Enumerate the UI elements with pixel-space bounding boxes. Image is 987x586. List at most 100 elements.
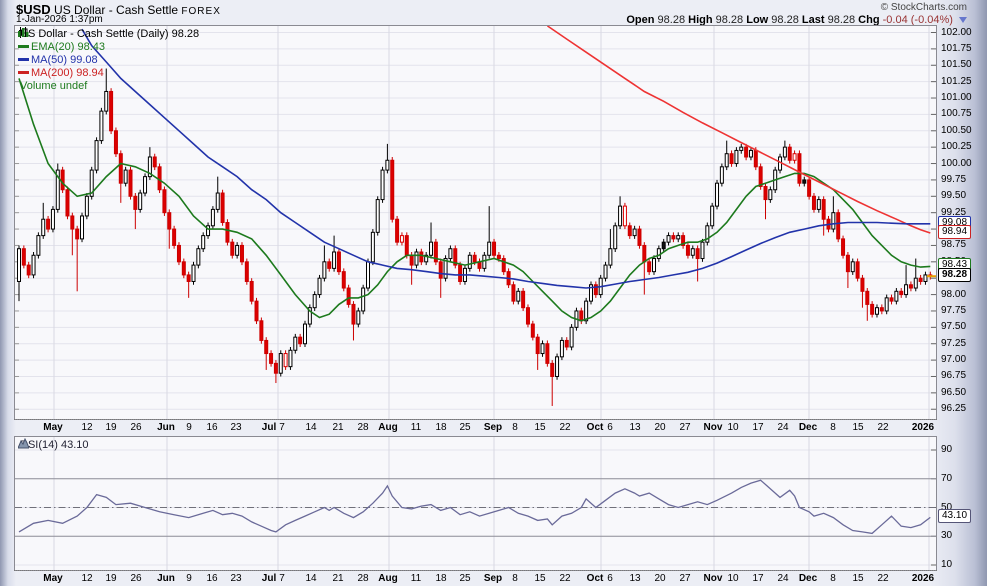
date-label-15: 15 (852, 573, 864, 584)
ema20-line-icon (18, 45, 29, 48)
ma50-line (81, 28, 931, 289)
ma200-line (546, 26, 931, 234)
date-label-7: 7 (279, 422, 285, 433)
price-chart-panel: US Dollar - Cash Settle (Daily) 98.28 EM… (14, 25, 937, 420)
date-label-25: 25 (459, 573, 471, 584)
date-label-6: 6 (607, 422, 613, 433)
legend-ma200-row: MA(200) 98.94 (18, 66, 199, 79)
date-label-2026: 2026 (911, 573, 935, 584)
legend-volume: Volume undef (20, 79, 88, 92)
date-label-8: 8 (512, 422, 518, 433)
rsi-y-axis: 90 70 50 30 10 43.10 (938, 436, 987, 570)
date-label-21: 21 (332, 573, 344, 584)
date-label-11: 11 (410, 573, 422, 584)
rsi-tick-label: 10 (941, 559, 953, 570)
rsi-chart-canvas (15, 437, 936, 570)
date-label-Aug: Aug (378, 573, 398, 584)
rsi-x-axis: May 12 19 26 Jun 9 16 23 Jul 7 14 21 28 Aug 11 18 25 Sep 8… (14, 570, 937, 585)
price-tick-label: 96.75 (941, 370, 967, 382)
date-label-26: 26 (130, 573, 142, 584)
price-tick-label: 99.50 (941, 190, 967, 202)
date-label-Dec: Dec (798, 422, 818, 433)
price-callout-98.28: 98.28 (938, 268, 972, 283)
price-tick-label: 97.50 (941, 321, 967, 333)
price-tick-label: 100.50 (941, 124, 972, 136)
stockcharts-copyright-link[interactable]: © StockCharts.com (881, 2, 967, 13)
date-label-27: 27 (679, 422, 691, 433)
date-label-7: 7 (279, 573, 285, 584)
date-label-22: 22 (559, 573, 571, 584)
price-tick-label: 101.75 (941, 42, 972, 54)
rsi-line (18, 479, 931, 535)
price-tick-label: 97.25 (941, 337, 967, 349)
rsi-tick-label: 30 (941, 530, 953, 542)
legend-ma50-row: MA(50) 99.08 (18, 53, 199, 66)
price-legend: US Dollar - Cash Settle (Daily) 98.28 EM… (18, 27, 199, 92)
date-label-Sep: Sep (483, 573, 503, 584)
date-label-Oct: Oct (586, 422, 604, 433)
price-y-axis: 102.00 101.75 101.50 101.25 101.00 100.75 100.… (938, 25, 987, 418)
date-label-23: 23 (230, 422, 242, 433)
date-label-20: 20 (654, 573, 666, 584)
date-label-17: 17 (752, 573, 764, 584)
legend-ma50: MA(50) 99.08 (31, 53, 98, 66)
date-label-22: 22 (559, 422, 571, 433)
price-tick-label: 96.50 (941, 386, 967, 398)
rsi-chart-panel: RSI(14) 43.10 (14, 436, 937, 571)
legend-ema20: EMA(20) 98.43 (31, 40, 105, 53)
date-label-15: 15 (534, 422, 546, 433)
legend-rsi-row: RSI(14) 43.10 (18, 438, 88, 451)
rsi-callout: 43.10 (938, 509, 972, 524)
date-label-Aug: Aug (378, 422, 398, 433)
date-label-12: 12 (81, 422, 93, 433)
date-label-15: 15 (534, 573, 546, 584)
date-label-Nov: Nov (703, 422, 723, 433)
rsi-tick-label: 70 (941, 472, 953, 484)
date-label-19: 19 (105, 422, 117, 433)
chart-datetime: 1-Jan-2026 1:37pm (16, 14, 103, 25)
price-tick-label: 99.75 (941, 173, 967, 185)
price-tick-label: 101.25 (941, 75, 972, 87)
price-tick-label: 101.50 (941, 59, 972, 71)
date-label-11: 11 (410, 422, 422, 433)
date-label-24: 24 (777, 422, 789, 433)
date-label-May: May (43, 573, 63, 584)
price-tick-label: 97.00 (941, 354, 967, 366)
stockcharts-chart-page: { "header": { "symbol": "$USD", "title":… (0, 0, 987, 586)
price-tick-label: 100.25 (941, 141, 972, 153)
price-tick-label: 96.25 (941, 403, 967, 415)
ma50-line-icon (18, 58, 29, 61)
date-label-27: 27 (679, 573, 691, 584)
legend-instrument-row: US Dollar - Cash Settle (Daily) 98.28 (18, 27, 199, 40)
price-tick-label: 100.75 (941, 108, 972, 120)
date-label-25: 25 (459, 422, 471, 433)
rsi-legend: RSI(14) 43.10 (18, 438, 88, 451)
volume-bars-icon (18, 28, 29, 37)
date-label-28: 28 (357, 573, 369, 584)
date-label-21: 21 (332, 422, 344, 433)
date-label-20: 20 (654, 422, 666, 433)
price-tick-label: 100.00 (941, 157, 972, 169)
date-label-14: 14 (305, 573, 317, 584)
date-label-22: 22 (877, 422, 889, 433)
legend-instrument: US Dollar - Cash Settle (Daily) 98.28 (20, 27, 200, 40)
date-label-8: 8 (830, 422, 836, 433)
date-label-13: 13 (629, 573, 641, 584)
date-label-10: 10 (727, 573, 739, 584)
date-label-2026: 2026 (911, 422, 935, 433)
price-callout-98.94: 98.94 (938, 224, 972, 239)
rsi-tick-label: 90 (941, 444, 953, 455)
date-label-16: 16 (206, 573, 218, 584)
date-label-12: 12 (81, 573, 93, 584)
chg-dropdown-icon[interactable] (959, 17, 967, 24)
date-label-16: 16 (206, 422, 218, 433)
rsi-area-icon (18, 438, 29, 449)
date-label-9: 9 (186, 422, 192, 433)
date-label-Nov: Nov (703, 573, 723, 584)
date-label-Jul: Jul (261, 422, 277, 433)
date-label-6: 6 (607, 573, 613, 584)
date-label-19: 19 (105, 573, 117, 584)
date-label-Jun: Jun (157, 573, 175, 584)
date-label-24: 24 (777, 573, 789, 584)
price-tick-label: 101.00 (941, 92, 972, 104)
